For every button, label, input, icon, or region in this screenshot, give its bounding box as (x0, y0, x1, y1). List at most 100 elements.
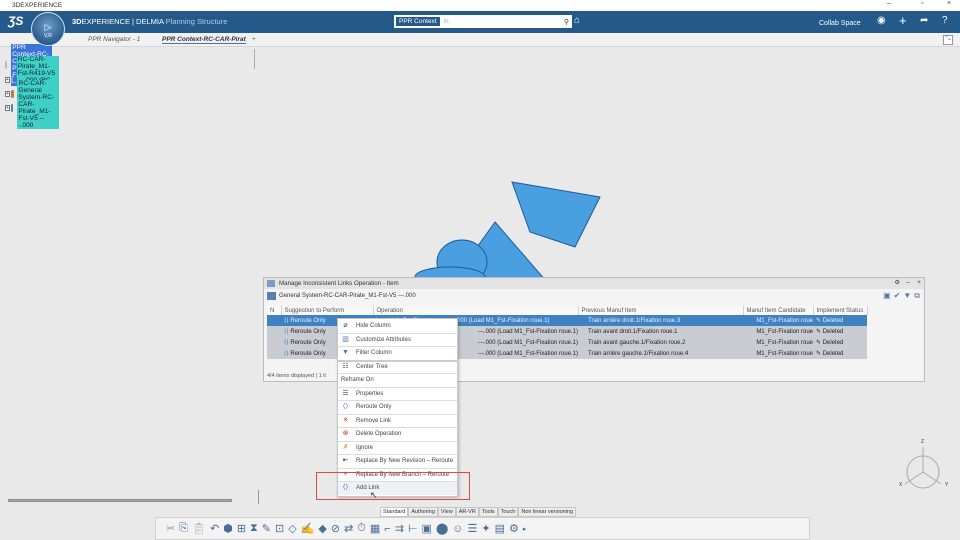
insert-icon[interactable]: ⊞ (237, 522, 246, 535)
edit-icon[interactable]: ✎ (262, 522, 271, 535)
close-dialog-button[interactable]: × (917, 279, 921, 286)
people-icon[interactable]: ☺ (452, 523, 463, 535)
restore-button[interactable]: ▫ (921, 0, 923, 7)
timer-icon[interactable]: ⏱ (357, 522, 366, 535)
collab-space-dropdown[interactable]: Collab Space (819, 20, 861, 27)
menu-filter-column[interactable]: ▼ Filter Column (338, 346, 457, 360)
play-icon[interactable]: ▷ (32, 22, 64, 33)
link-icon[interactable]: ◇ (288, 522, 296, 535)
document-icon[interactable]: ▤ (495, 522, 505, 535)
col-candidate[interactable]: Manuf Item Candidate (743, 306, 814, 315)
search-scope-dropdown[interactable]: PPR Context (396, 17, 440, 26)
tools-icon[interactable]: ✦ (481, 522, 490, 535)
tab-authoring[interactable]: Authoring (408, 507, 438, 517)
system-icon (10, 104, 14, 112)
add-icon[interactable]: + (899, 13, 907, 28)
menu-label: Filter Column (356, 350, 392, 357)
tab-touch[interactable]: Touch (497, 507, 519, 517)
tab-ppr-context[interactable]: PPR Context-RC-CAR-Pirat (162, 36, 246, 44)
splitter[interactable] (258, 490, 259, 504)
tab-view[interactable]: View (437, 507, 456, 517)
menu-center-tree[interactable]: ☷ Center Tree (338, 359, 457, 374)
tab-standard[interactable]: Standard (380, 507, 409, 517)
table-icon[interactable]: ▦ (370, 522, 380, 535)
lock-icon[interactable]: ▣ (883, 291, 891, 301)
settings-icon[interactable]: ⚙ (894, 279, 900, 286)
apply-check-icon[interactable]: ✔ (894, 291, 901, 301)
window-icon[interactable]: ▣ (422, 522, 432, 535)
step-icon[interactable]: ⌐ (384, 523, 390, 535)
filter-icon[interactable]: ▼ (903, 291, 911, 301)
previous-cell: Train arrière droit.1/Fixation roue.3 (578, 315, 743, 326)
col-status[interactable]: Implement Status (813, 306, 868, 315)
minimize-button[interactable]: – (887, 0, 891, 7)
horizontal-scrollbar[interactable] (8, 499, 232, 502)
assign-icon[interactable]: ⊡ (275, 522, 284, 535)
menu-label: Properties (356, 390, 384, 397)
tab-ppr-navigator[interactable]: PPR Navigator - 1 (88, 36, 140, 43)
measure-icon[interactable]: ⊘ (331, 522, 340, 535)
share-icon[interactable]: ➦ (920, 15, 928, 26)
col-suggestion[interactable]: Suggestion to Perform (281, 306, 374, 315)
expand-icon[interactable]: + (5, 91, 10, 97)
menu-hide-column[interactable]: ⌀ Hide Column (338, 319, 457, 333)
ds-logo-icon[interactable]: ƷS (8, 14, 23, 28)
menu-delete-operation[interactable]: ⊗ Delete Operation (338, 427, 457, 441)
diamond-icon[interactable]: ◆ (318, 522, 326, 535)
menu-remove-link[interactable]: ✕ Remove Link (338, 413, 457, 428)
menu-customize-attributes[interactable]: ▥ Customize Attributes (338, 332, 457, 347)
action-bar-tabs: Standard Authoring View AR-VR Tools Touc… (380, 507, 577, 517)
paste-icon[interactable]: 📋︎ (192, 522, 206, 535)
collapse-icon[interactable]: ⤡ (943, 35, 953, 45)
close-button[interactable]: × (947, 0, 951, 7)
menu-reframe-on[interactable]: Reframe On (338, 373, 457, 387)
tree-icon[interactable]: ⊢ (408, 522, 418, 535)
user-icon[interactable]: ◉ (877, 15, 886, 26)
tab-ar-vr[interactable]: AR-VR (455, 507, 479, 517)
col-previous[interactable]: Previous Manuf Item (578, 306, 744, 315)
notes-icon[interactable]: ✍ (301, 522, 315, 535)
export-icon[interactable]: ⧉ (914, 291, 920, 301)
context-menu: ⌀ Hide Column ▥ Customize Attributes ▼ Filt… (337, 318, 458, 497)
undo-icon[interactable]: ↶ (210, 522, 219, 535)
tree-splitter[interactable] (254, 49, 255, 69)
ignore-icon: ✗ (342, 443, 349, 451)
search-bar[interactable]: PPR Context In ⚲ (394, 15, 572, 28)
list-icon[interactable]: ☰ (468, 522, 478, 535)
more-icon[interactable]: ▸ (523, 525, 527, 533)
axis-z-label: Z (921, 439, 925, 445)
search-input[interactable]: In (444, 19, 449, 25)
compass[interactable]: ▷ V,R (31, 12, 65, 46)
menu-replace-revision[interactable]: ⇤ Replace By New Revision – Reroute (338, 454, 457, 468)
help-icon[interactable]: ? (942, 15, 948, 26)
copy-icon[interactable]: ⎘ (179, 522, 188, 535)
product-icon[interactable]: ⬢ (223, 522, 233, 535)
cylinder-icon[interactable]: ⬤ (436, 522, 448, 535)
search-icon[interactable]: ⚲ (564, 18, 569, 26)
expand-icon[interactable]: + (5, 105, 10, 111)
previous-cell: Train arrière gauche.1/Fixation roue.4 (578, 348, 743, 359)
cut-icon[interactable]: ✂ (166, 522, 175, 535)
col-operation[interactable]: Operation (373, 306, 579, 315)
compass-axis-icon[interactable] (895, 439, 955, 499)
tab-non-linear-versioning[interactable]: Non linear versioning (518, 507, 577, 517)
manage-icon[interactable]: ⚙ (509, 522, 519, 535)
menu-ignore[interactable]: ✗ Ignore (338, 440, 457, 455)
col-n[interactable]: N (267, 306, 282, 315)
menu-properties[interactable]: ☰ Properties (338, 386, 457, 401)
sequence-icon[interactable]: ⇉ (395, 522, 404, 535)
menu-reroute-only[interactable]: ⟨⟩ Reroute Only (338, 400, 457, 414)
tree-node-label[interactable]: General System-RC-CAR-Pirate_M1-Fst-V5 -… (17, 87, 60, 129)
pencil-icon: ✎ (816, 351, 823, 357)
swap-icon[interactable]: ⇄ (344, 522, 353, 535)
tree-node[interactable]: + General System-RC-CAR-Pirate_M1-Fst-V5 … (5, 87, 60, 129)
menu-label: Ignore (356, 444, 374, 451)
minimize-dialog-button[interactable]: – (907, 279, 910, 286)
dialog-title-text: Manage Inconsistent Links Operation - It… (279, 280, 399, 287)
flow-icon[interactable]: ⧗ (250, 522, 258, 535)
add-tab-button[interactable]: + (252, 36, 256, 43)
tag-icon[interactable]: ⌂ (574, 15, 580, 26)
menu-label: Replace By New Revision – Reroute (356, 458, 454, 465)
tab-tools[interactable]: Tools (478, 507, 498, 517)
expand-icon[interactable]: + (5, 77, 10, 83)
